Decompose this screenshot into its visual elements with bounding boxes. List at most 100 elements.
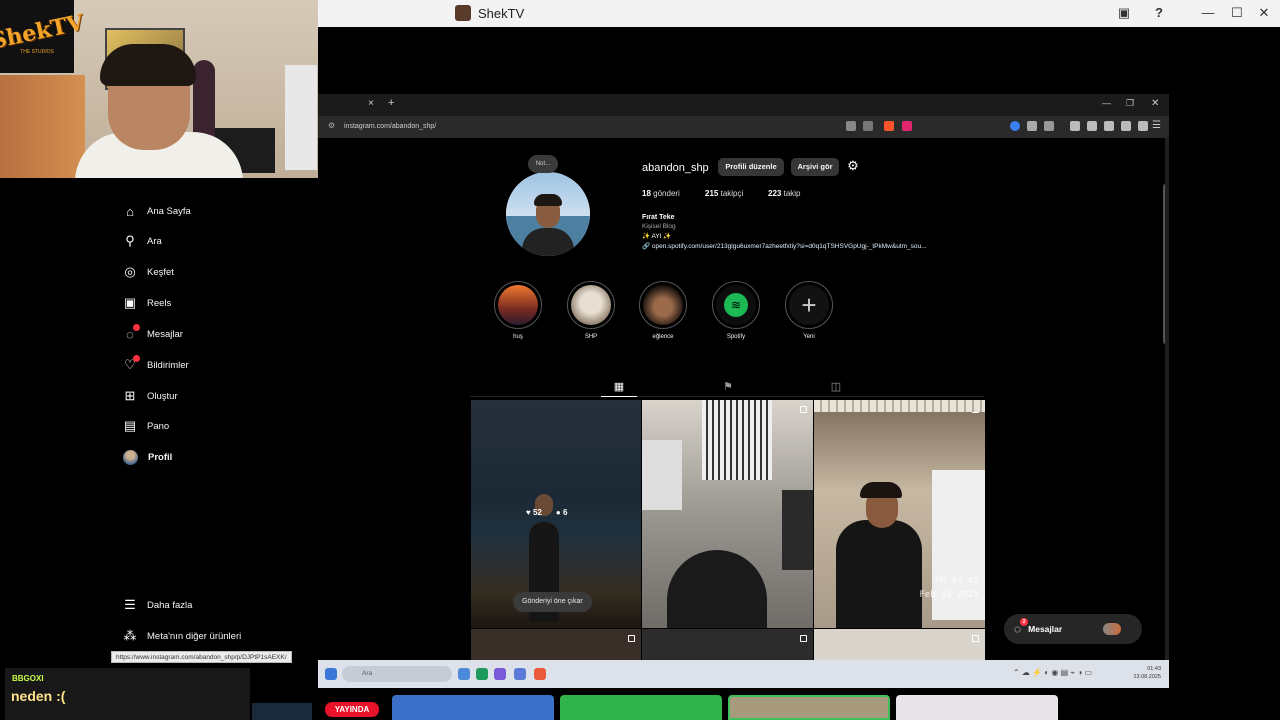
highlight-spotify[interactable]: ≋ Spotify (711, 281, 761, 340)
minimize-button[interactable]: — (1198, 4, 1218, 22)
sidebar-item-create[interactable]: ⊞ Oluştur (123, 387, 178, 405)
puzzle-icon[interactable] (1027, 121, 1037, 131)
cast-tab-icon[interactable] (846, 121, 856, 131)
participant-thumbnail[interactable] (896, 695, 1058, 720)
sidebar-item-explore[interactable]: ◎ Keşfet (123, 263, 174, 281)
unread-count-badge: 2 (1020, 618, 1028, 626)
brave-taskbar-icon[interactable] (534, 668, 546, 680)
address-bar: ⚙ instagram.com/abandon_shp/ ☰ (318, 116, 1169, 138)
grid-icon: ▦ (613, 381, 625, 393)
participant-thumbnail[interactable] (392, 695, 554, 720)
new-tab-button[interactable]: + (388, 97, 394, 109)
sidebar-item-search[interactable]: ⚲ Ara (123, 232, 162, 250)
leo-icon[interactable] (1121, 121, 1131, 131)
url-input[interactable]: instagram.com/abandon_shp/ (344, 120, 924, 134)
browser-restore-button[interactable]: ❐ (1126, 98, 1134, 109)
highlight-shp[interactable]: SHP (566, 281, 616, 340)
tab-saved[interactable]: ⚑ (718, 380, 738, 393)
tab-close-icon[interactable]: × (368, 98, 374, 109)
sidebar-item-home[interactable]: ⌂ Ana Sayfa (123, 202, 191, 220)
sidebar-item-more[interactable]: ☰ Daha fazla (123, 596, 192, 614)
sidebar-item-profile[interactable]: Profil (123, 448, 172, 466)
browser-minimize-button[interactable]: — (1102, 98, 1111, 108)
followers-stat[interactable]: 215 takipçi (705, 189, 743, 198)
profile-link[interactable]: 🔗 open.spotify.com/user/213glgu6uxmer7az… (642, 242, 927, 250)
sidebar-item-label: Bildirimler (147, 359, 189, 371)
sidebar-item-label: Pano (147, 420, 170, 432)
host-title: ShekTV (455, 5, 524, 21)
stream-overlay-panel (252, 703, 312, 720)
following-stat[interactable]: 223 takip (768, 189, 801, 198)
live-badge: YAYINDA (325, 702, 379, 717)
sidebar-item-reels[interactable]: ▣ Reels (123, 294, 171, 312)
profile-avatar-icon (123, 449, 138, 465)
messenger-icon: ◌ (123, 324, 140, 342)
tab-posts[interactable]: ▦ (609, 380, 629, 393)
photo-timestamp: PM 04 05 (935, 576, 979, 586)
chat-message: neden :( (11, 688, 66, 704)
taskbar-app-icon[interactable] (476, 668, 488, 680)
post-tile[interactable] (642, 629, 813, 660)
browser-close-button[interactable]: ✕ (1151, 98, 1159, 109)
notification-dot (133, 355, 140, 362)
taskbar-app-icon[interactable] (458, 668, 470, 680)
sidebar-item-label: Oluştur (147, 390, 178, 402)
extension-icon[interactable] (1010, 121, 1020, 131)
shektv-app-icon (455, 5, 471, 21)
recent-avatars (1103, 623, 1122, 635)
sidebar-item-dashboard[interactable]: ▤ Pano (123, 417, 169, 435)
maximize-button[interactable]: ☐ (1227, 4, 1247, 22)
reels-icon: ▣ (123, 295, 137, 310)
close-button[interactable]: ✕ (1254, 4, 1274, 22)
sidebar-toggle-icon[interactable] (1087, 121, 1097, 131)
wallet-icon[interactable] (1044, 121, 1054, 131)
note-bubble[interactable]: Not... (528, 155, 558, 173)
cast-icon[interactable]: ▣ (1114, 4, 1134, 22)
taskbar-app-icon[interactable] (514, 668, 526, 680)
highlight-eglence[interactable]: eğlence (638, 281, 688, 340)
instagram-profile-page: Not... abandon_shp Profili düzenle Arşiv… (318, 138, 1165, 660)
windows-start-icon[interactable] (325, 668, 337, 680)
brave-rewards-icon[interactable] (902, 121, 912, 131)
profile-picture[interactable] (506, 172, 590, 256)
system-tray-icons[interactable]: ⌃ ☁ ⚡ ◐ ◉ ▤ ⌁ ◑ ▭ (1013, 668, 1092, 677)
pin-post-button[interactable]: Gönderiyi öne çıkar (513, 592, 592, 612)
taskbar-search-input[interactable]: Ara (342, 666, 452, 682)
messages-float-button[interactable]: ◌ 2 Mesajlar (1004, 614, 1142, 644)
view-archive-button[interactable]: Arşivi gör (791, 158, 839, 176)
highlight-new[interactable]: + Yeni (784, 281, 834, 340)
sidebar-item-messages[interactable]: ◌ Mesajlar (123, 324, 183, 343)
carousel-icon (800, 406, 807, 413)
tab-tagged[interactable]: ◫ (826, 380, 846, 393)
menu-icon[interactable]: ☰ (1152, 120, 1161, 131)
post-tile[interactable]: PM 04 05 Feb 15 2025 (814, 400, 985, 628)
edit-profile-button[interactable]: Profili düzenle (718, 158, 784, 176)
spotify-icon: ≋ (724, 293, 748, 317)
home-icon: ⌂ (126, 203, 134, 219)
taskbar-clock[interactable]: 01:43 13.08.2025 (1133, 665, 1161, 681)
post-tile[interactable] (642, 400, 813, 628)
share-icon[interactable] (863, 121, 873, 131)
post-tile[interactable] (814, 629, 985, 660)
highlight-hus[interactable]: huş (493, 281, 543, 340)
windows-taskbar: Ara ⌃ ☁ ⚡ ◐ ◉ ▤ ⌁ ◑ ▭ 01:43 13.08.2025 (318, 660, 1169, 688)
help-icon[interactable]: ? (1149, 4, 1169, 22)
post-tile[interactable]: ♥ 52 ● 6 Gönderiyi öne çıkar (471, 400, 641, 628)
post-tile[interactable] (471, 629, 641, 660)
vpn-icon[interactable] (1138, 121, 1148, 131)
page-scrollbar[interactable] (1163, 184, 1165, 344)
taskbar-app-icon[interactable] (494, 668, 506, 680)
participant-thumbnail[interactable] (728, 695, 890, 720)
sidebar-item-meta[interactable]: ⁂ Meta'nın diğer ürünleri (123, 627, 242, 645)
sidebar-item-notifications[interactable]: ♡ Bildirimler (123, 355, 189, 374)
unread-badge (133, 324, 140, 331)
media-icon[interactable] (1070, 121, 1080, 131)
sidebar-item-label: Ara (147, 235, 162, 247)
settings-gear-icon[interactable]: ⚙ (846, 159, 860, 173)
brave-shield-icon[interactable] (884, 121, 894, 131)
search-icon: ⚲ (125, 233, 135, 248)
participant-thumbnail[interactable] (560, 695, 722, 720)
tab-search-icon[interactable] (1104, 121, 1114, 131)
site-info-icon[interactable]: ⚙ (328, 121, 335, 130)
carousel-icon (972, 635, 979, 642)
